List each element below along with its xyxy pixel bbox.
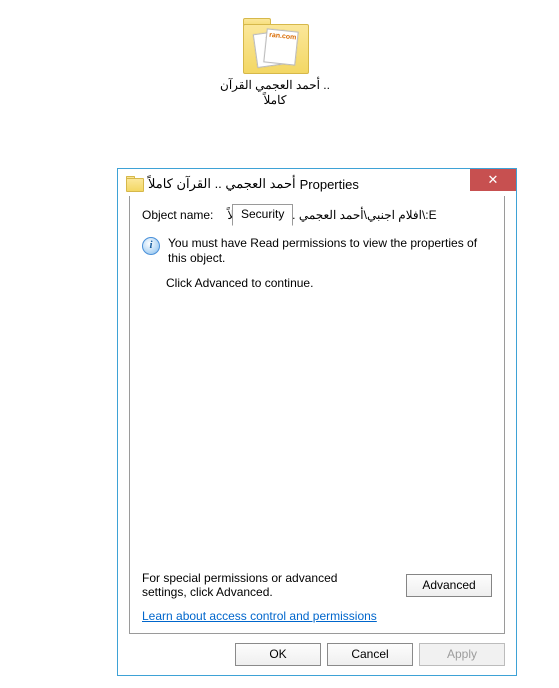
object-name-row: Object name: E:\افلام اجنبي\أحمد العجمي …: [142, 208, 492, 222]
continue-message: Click Advanced to continue.: [166, 276, 492, 290]
window-title-suffix: Properties: [300, 177, 359, 192]
cancel-button[interactable]: Cancel: [327, 643, 413, 666]
link-label: Learn about access control and permissio…: [142, 609, 377, 623]
object-name-label: Object name:: [142, 208, 213, 222]
button-label: OK: [269, 647, 286, 661]
tab-content-security: Object name: E:\افلام اجنبي\أحمد العجمي …: [129, 196, 505, 634]
button-label: Apply: [447, 647, 477, 661]
info-icon: i: [142, 237, 160, 255]
advanced-hint-text: For special permissions or advanced sett…: [142, 571, 372, 599]
tab-security[interactable]: Security: [232, 204, 293, 226]
properties-dialog: أحمد العجمي .. القرآن كاملاً Properties …: [117, 168, 517, 676]
desktop-folder-label: .. أحمد العجمي القرآن كاملاً: [220, 78, 330, 108]
apply-button: Apply: [419, 643, 505, 666]
window-title-name: أحمد العجمي .. القرآن كاملاً: [148, 176, 296, 192]
folder-icon: an ran.com: [239, 18, 311, 76]
desktop-folder-item[interactable]: an ran.com .. أحمد العجمي القرآن كاملاً: [220, 18, 330, 108]
info-message-text: You must have Read permissions to view t…: [168, 236, 492, 266]
titlebar[interactable]: أحمد العجمي .. القرآن كاملاً Properties …: [118, 169, 516, 199]
dialog-actions: OK Cancel Apply: [235, 643, 505, 666]
learn-link[interactable]: Learn about access control and permissio…: [142, 609, 377, 623]
close-button[interactable]: ✕: [470, 169, 516, 191]
thumb-text: ran.com: [269, 32, 297, 42]
ok-button[interactable]: OK: [235, 643, 321, 666]
info-message-row: i You must have Read permissions to view…: [142, 236, 492, 266]
advanced-row: For special permissions or advanced sett…: [142, 571, 492, 599]
button-label: Advanced: [422, 578, 475, 592]
close-icon: ✕: [488, 172, 499, 188]
button-label: Cancel: [351, 647, 388, 661]
titlebar-folder-icon: [126, 176, 142, 192]
tab-label: Security: [241, 207, 284, 221]
advanced-button[interactable]: Advanced: [406, 574, 492, 597]
